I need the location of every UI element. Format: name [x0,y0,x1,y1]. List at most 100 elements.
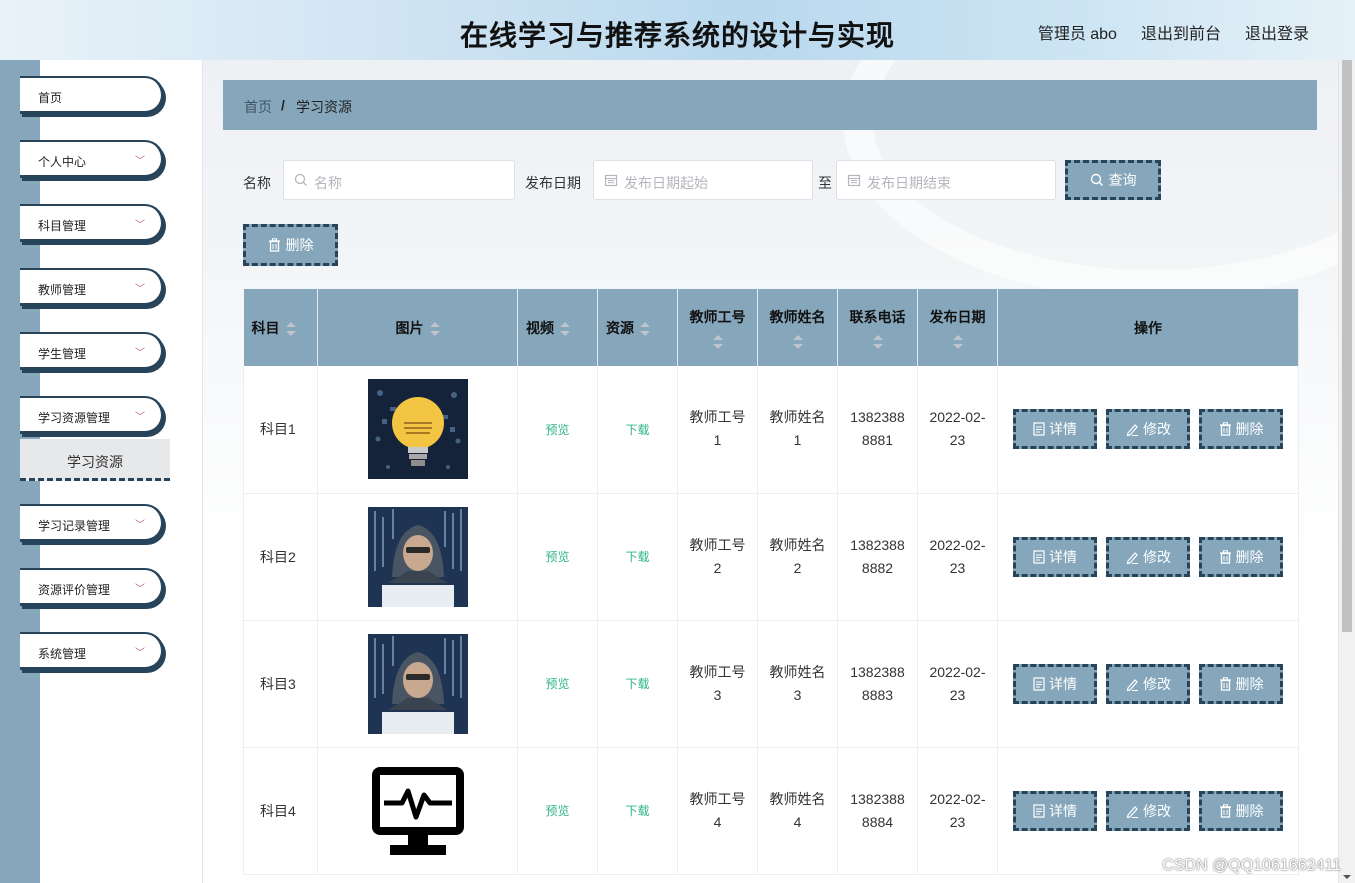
sort-icon[interactable] [712,334,723,349]
delete-button[interactable]: 删除 [1199,790,1283,831]
preview-link[interactable]: 预览 [545,550,569,564]
cell-teacher-id: 教师工号3 [677,620,758,748]
breadcrumb-separator: / [281,97,285,113]
sidebar-item-system-management[interactable]: 系统管理 ﹀ [20,632,164,670]
col-header-image[interactable]: 图片 [317,289,518,366]
hacker-image[interactable] [367,506,468,607]
cell-resource: 下载 [597,747,678,875]
edit-button[interactable]: 修改 [1106,663,1190,704]
sidebar-item-label: 科目管理 [38,219,87,233]
sort-icon[interactable] [872,334,883,349]
cell-phone: 13823888883 [837,620,918,748]
cell-image [317,493,518,621]
query-button[interactable]: 查询 [1065,160,1161,200]
cell-image [317,747,518,875]
date-start-input[interactable]: 发布日期起始 [593,160,813,200]
sidebar-item-home[interactable]: 首页 [20,76,164,114]
sidebar-item-subject-management[interactable]: 科目管理 ﹀ [20,204,164,242]
edit-button-label: 修改 [1143,675,1171,692]
sidebar-item-personal-center[interactable]: 个人中心 ﹀ [20,140,164,178]
sidebar-subitem-learning-resource[interactable]: 学习资源 [20,439,170,481]
chevron-down-icon: ﹀ [135,348,145,359]
sort-icon[interactable] [429,321,440,336]
col-header-date[interactable]: 发布日期 [917,289,998,366]
batch-delete-button[interactable]: 删除 [243,224,338,266]
cell-teacher-name: 教师姓名1 [757,366,838,494]
detail-button[interactable]: 详情 [1013,536,1097,577]
back-to-front-link[interactable]: 退出到前台 [1141,20,1221,44]
logout-link[interactable]: 退出登录 [1245,20,1309,44]
download-link[interactable]: 下载 [625,550,649,564]
main-content: 首页 / 学习资源 名称 名称 发布日期 发布日期起始 至 发布日期结束 查询 … [203,60,1339,883]
delete-button[interactable]: 删除 [1199,409,1283,450]
sort-icon[interactable] [640,321,650,336]
sort-icon[interactable] [560,321,570,336]
edit-button[interactable]: 修改 [1106,790,1190,831]
cell-date: 2022-02-23 [917,366,998,494]
edit-button-label: 修改 [1143,802,1171,819]
date-end-placeholder: 发布日期结束 [867,175,951,191]
cell-subject: 科目4 [243,747,318,875]
download-link[interactable]: 下载 [625,423,649,437]
monitor-heartbeat-icon[interactable] [367,760,468,861]
cell-date: 2022-02-23 [917,747,998,875]
col-header-teacher-id[interactable]: 教师工号 [677,289,758,366]
detail-button[interactable]: 详情 [1013,663,1097,704]
page-scrollbar[interactable] [1338,60,1355,883]
detail-button[interactable]: 详情 [1013,790,1097,831]
col-header-video[interactable]: 视频 [517,289,598,366]
chevron-down-icon: ﹀ [135,156,145,167]
cell-video: 预览 [517,620,598,748]
scroll-down-arrow-icon[interactable] [1343,875,1351,879]
to-label: 至 [818,175,832,191]
col-header-teacher-name[interactable]: 教师姓名 [757,289,838,366]
cell-actions: 详情 修改 删除 [997,747,1299,875]
delete-button[interactable]: 删除 [1199,536,1283,577]
delete-button-label: 删除 [1235,421,1264,438]
preview-link[interactable]: 预览 [545,804,569,818]
date-label: 发布日期 [525,175,581,191]
table-header-row: 科目 图片 视频 资源 教师工号 教师姓名 联系电话 发布日期 操作 [243,289,1299,366]
hacker-image[interactable] [367,633,468,734]
sort-icon[interactable] [792,334,803,349]
sidebar-item-evaluation-management[interactable]: 资源评价管理 ﹀ [20,568,164,606]
delete-button-label: 删除 [1235,675,1264,692]
breadcrumb: 首页 / 学习资源 [223,80,1317,130]
download-link[interactable]: 下载 [625,677,649,691]
date-end-input[interactable]: 发布日期结束 [836,160,1056,200]
search-icon [294,173,307,186]
cell-teacher-name: 教师姓名4 [757,747,838,875]
cell-actions: 详情 修改 删除 [997,366,1299,494]
sidebar-item-record-management[interactable]: 学习记录管理 ﹀ [20,504,164,542]
sort-icon[interactable] [952,334,963,349]
sidebar-item-student-management[interactable]: 学生管理 ﹀ [20,332,164,370]
idea-bulb-image[interactable] [367,379,468,480]
sidebar-item-teacher-management[interactable]: 教师管理 ﹀ [20,268,164,306]
cell-video: 预览 [517,366,598,494]
preview-link[interactable]: 预览 [545,423,569,437]
user-links: 管理员 abo 退出到前台 退出登录 [1038,20,1309,44]
detail-button-label: 详情 [1049,421,1077,438]
cell-teacher-name: 教师姓名2 [757,493,838,621]
sort-icon[interactable] [285,321,296,336]
sidebar-item-resource-management[interactable]: 学习资源管理 ﹀ [20,396,164,434]
edit-button[interactable]: 修改 [1106,409,1190,450]
chevron-down-icon: ﹀ [135,412,145,423]
breadcrumb-home[interactable]: 首页 [244,97,272,117]
col-header-subject[interactable]: 科目 [243,289,318,366]
preview-link[interactable]: 预览 [545,677,569,691]
detail-button-label: 详情 [1049,548,1077,565]
cell-teacher-id: 教师工号4 [677,747,758,875]
col-header-phone[interactable]: 联系电话 [837,289,918,366]
sidebar-item-label: 首页 [38,91,63,105]
delete-button[interactable]: 删除 [1199,663,1283,704]
scrollbar-thumb[interactable] [1342,60,1352,632]
name-search-input[interactable]: 名称 [283,160,515,200]
download-link[interactable]: 下载 [625,804,649,818]
admin-user-label: 管理员 abo [1037,26,1117,43]
detail-button[interactable]: 详情 [1013,409,1097,450]
detail-button-label: 详情 [1049,802,1077,819]
edit-button[interactable]: 修改 [1106,536,1190,577]
chevron-down-icon: ﹀ [135,220,145,231]
col-header-resource[interactable]: 资源 [597,289,678,366]
